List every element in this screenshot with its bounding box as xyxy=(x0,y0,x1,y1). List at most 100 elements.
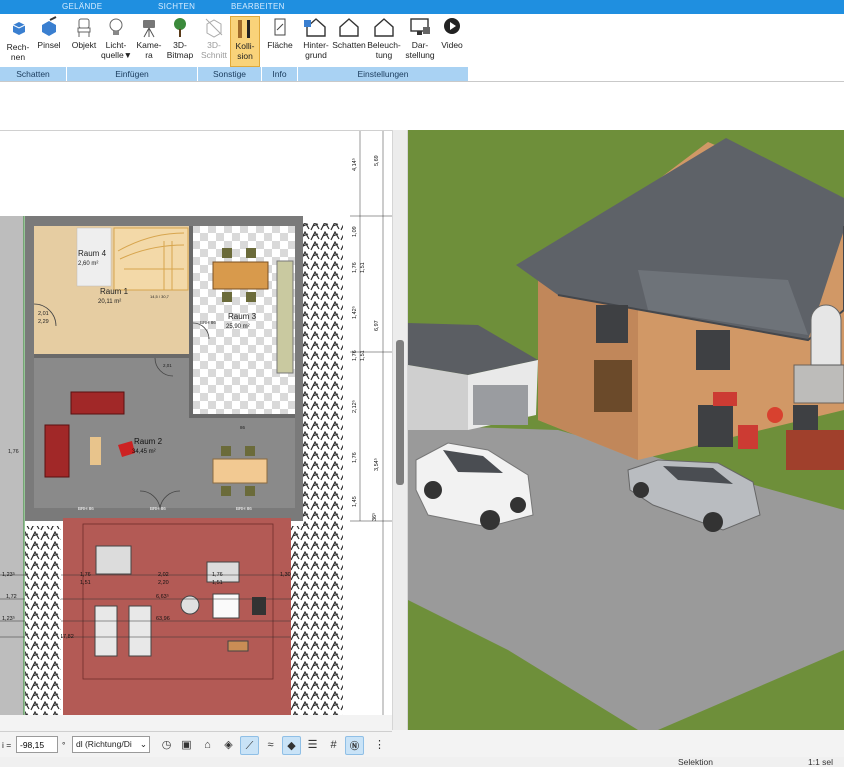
svg-text:3,54⁵: 3,54⁵ xyxy=(373,458,380,471)
svg-text:2,29: 2,29 xyxy=(38,319,49,325)
section-cut-icon xyxy=(205,18,223,38)
area-info-icon xyxy=(274,18,286,36)
svg-text:1,76: 1,76 xyxy=(352,350,358,361)
objekt-button[interactable]: Objekt xyxy=(69,16,99,50)
layers-icon[interactable]: ☰ xyxy=(303,736,322,755)
brush-cube-icon xyxy=(42,16,57,36)
balcony-railing xyxy=(793,364,844,404)
svg-text:4,14⁵: 4,14⁵ xyxy=(351,158,358,171)
house-light-icon xyxy=(374,18,394,37)
flaeche-button[interactable]: Fläche xyxy=(265,16,295,50)
svg-text:2,01: 2,01 xyxy=(163,363,172,368)
terrace-3d xyxy=(786,430,844,470)
svg-text:1,76: 1,76 xyxy=(352,452,358,463)
svg-text:1,76: 1,76 xyxy=(80,572,91,578)
room-label-raum-4: Raum 4 xyxy=(78,249,107,258)
svg-text:6,97: 6,97 xyxy=(374,320,380,331)
status-bar: Selektion 1:1 sel xyxy=(0,757,844,767)
svg-text:1,51: 1,51 xyxy=(212,580,223,586)
lichtquelle-button[interactable]: Licht- quelle▼ xyxy=(101,16,132,60)
fly-view-icon[interactable]: ≈ xyxy=(261,736,280,755)
svg-text:5,69: 5,69 xyxy=(374,155,380,166)
render-icon[interactable]: ◈ xyxy=(219,736,238,755)
hedge-right xyxy=(303,223,343,715)
tab-sichten[interactable]: SICHTEN xyxy=(158,2,195,11)
svg-text:1,51: 1,51 xyxy=(360,262,366,273)
armchair xyxy=(44,424,70,478)
splitter-scroll-thumb[interactable] xyxy=(396,340,404,485)
floor-plan-view[interactable]: Raum 4 2,60 m² Raum 1 20,11 m² Raum 3 25… xyxy=(0,130,392,715)
svg-text:1,76: 1,76 xyxy=(8,449,19,455)
tree-icon xyxy=(174,18,186,37)
sofa xyxy=(70,391,125,415)
3d-bitmap-button[interactable]: 3D- Bitmap xyxy=(165,16,195,60)
front-door xyxy=(594,360,632,412)
group-einfuegen: Einfügen xyxy=(67,67,197,81)
svg-text:1,76: 1,76 xyxy=(352,262,358,273)
svg-text:2,12⁵: 2,12⁵ xyxy=(351,400,358,413)
more-icon[interactable]: ⋮ xyxy=(370,736,389,755)
room-area-raum-2: 34,45 m² xyxy=(132,449,156,455)
camera-tripod-icon[interactable]: ⌂ xyxy=(198,736,217,755)
group-info: Info xyxy=(262,67,297,81)
svg-text:BRH 86: BRH 86 xyxy=(150,506,166,511)
svg-text:BRH 86: BRH 86 xyxy=(236,506,252,511)
floor-plan-canvas[interactable]: Raum 4 2,60 m² Raum 1 20,11 m² Raum 3 25… xyxy=(0,131,392,715)
terrace-bench xyxy=(95,545,132,575)
room-label-raum-2: Raum 2 xyxy=(134,437,163,446)
angle-input[interactable] xyxy=(16,736,58,753)
kollision-button[interactable]: Kolli- sion xyxy=(230,16,260,67)
svg-text:17,82: 17,82 xyxy=(60,634,74,640)
rechnen-button[interactable]: Rech- nen xyxy=(4,42,32,62)
group-einstellungen: Einstellungen xyxy=(298,67,468,81)
chair-icon xyxy=(77,18,91,37)
3d-render-canvas[interactable] xyxy=(408,130,844,730)
svg-text:63,96: 63,96 xyxy=(156,616,170,622)
svg-text:36⁵: 36⁵ xyxy=(371,513,378,521)
svg-text:14,5 / 30,7: 14,5 / 30,7 xyxy=(150,294,170,299)
monitor-icon xyxy=(410,18,430,35)
monitor-icon[interactable]: ▣ xyxy=(177,736,196,755)
room-area-raum-1: 20,11 m² xyxy=(98,299,121,305)
tab-gelaende[interactable]: GELÄNDE xyxy=(62,2,102,11)
video-button[interactable]: Video xyxy=(438,16,466,50)
pane-splitter[interactable] xyxy=(392,130,408,730)
schatten-cube-button[interactable] xyxy=(8,16,30,40)
schatten-button[interactable]: Schatten xyxy=(332,16,366,50)
lounger-left xyxy=(94,605,118,657)
status-mode: Selektion xyxy=(678,757,713,767)
ribbon-tab-strip: GELÄNDE SICHTEN BEARBEITEN xyxy=(0,0,844,14)
light-bulb-icon xyxy=(109,18,123,35)
kamera-button[interactable]: Kame- ra xyxy=(134,16,164,60)
dining-table-raum-2 xyxy=(212,458,268,484)
svg-text:86: 86 xyxy=(240,425,246,430)
plan-view-icon[interactable]: ◆ xyxy=(282,736,301,755)
house-background-icon xyxy=(304,18,326,37)
north-icon[interactable]: Ⓝ xyxy=(345,736,364,755)
ribbon-spacer xyxy=(0,82,844,130)
pinsel-button[interactable]: Pinsel xyxy=(36,16,62,50)
svg-text:1,76: 1,76 xyxy=(212,572,223,578)
group-schatten: Schatten xyxy=(0,67,66,81)
3d-schnitt-button[interactable]: 3D- Schnitt xyxy=(199,16,229,60)
clock-icon[interactable]: ◷ xyxy=(157,736,176,755)
plan-toolbar: i = ° dl (Richtung/Di ⌄ ◷ ▣ ⌂ ◈ ⟋ ≈ ◆ ☰ … xyxy=(0,731,392,757)
svg-text:BRH 86: BRH 86 xyxy=(78,506,94,511)
angle-label: i = xyxy=(2,740,12,750)
grid-icon[interactable]: # xyxy=(324,736,343,755)
beleuchtung-button[interactable]: Beleuch- tung xyxy=(366,16,402,60)
direction-select[interactable]: dl (Richtung/Di ⌄ xyxy=(72,736,150,753)
3d-view[interactable] xyxy=(408,130,844,730)
dining-table-raum-3 xyxy=(212,261,269,290)
darstellung-button[interactable]: Dar- stellung xyxy=(403,16,437,60)
collision-icon xyxy=(238,20,250,38)
hintergrund-button[interactable]: Hinter- grund xyxy=(299,16,333,60)
lounger-right xyxy=(128,605,152,657)
svg-text:1,72: 1,72 xyxy=(6,594,17,600)
walk-view-icon[interactable]: ⟋ xyxy=(240,736,259,755)
svg-text:1,45: 1,45 xyxy=(352,496,358,507)
tab-bearbeiten[interactable]: BEARBEITEN xyxy=(231,2,285,11)
svg-text:1,09: 1,09 xyxy=(352,226,358,237)
house-shadow-icon xyxy=(339,18,359,37)
svg-text:1,42⁵: 1,42⁵ xyxy=(351,306,358,319)
